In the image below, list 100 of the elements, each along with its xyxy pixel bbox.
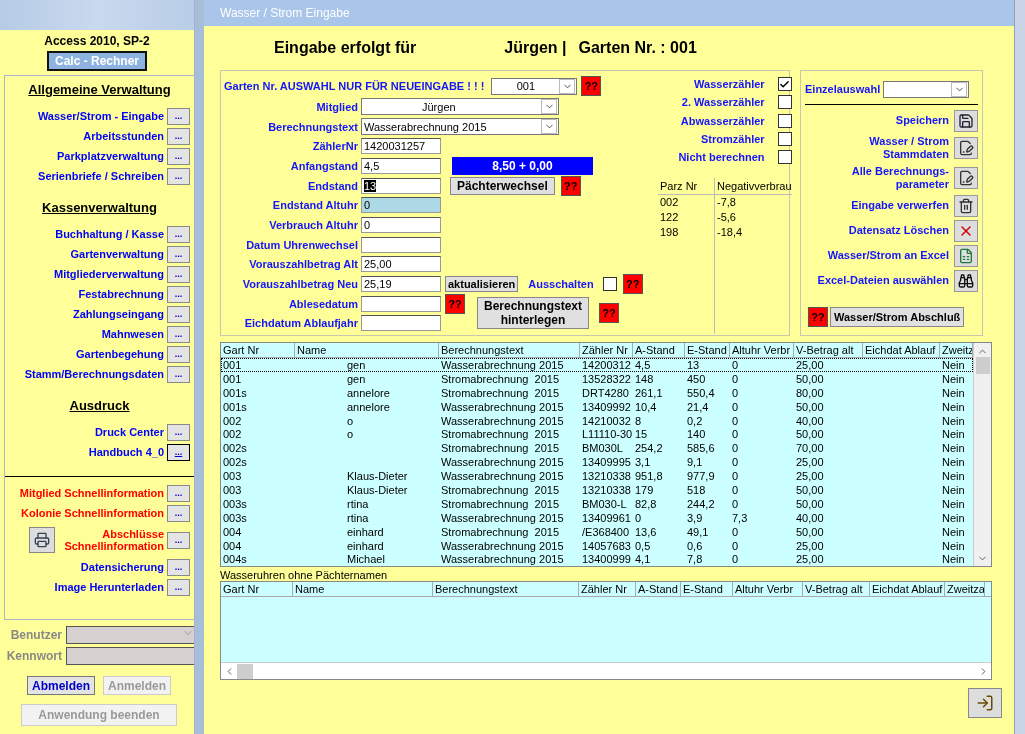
table-row[interactable]: 002 o Wasserabrechnung 2015 14210032 8 0,2 0 40,00 Nein: [221, 413, 973, 428]
open-button[interactable]: ...: [167, 345, 190, 363]
open-button[interactable]: ...: [167, 305, 190, 323]
input-field[interactable]: 13: [361, 177, 441, 194]
open-button[interactable]: ...: [167, 107, 190, 125]
open-button[interactable]: ...: [167, 531, 190, 549]
table-row[interactable]: 002s Stromabrechnung 2015 BM030L 254,2 585,6 0 70,00 Nein: [221, 441, 973, 456]
open-button[interactable]: ...: [167, 147, 190, 165]
table-row[interactable]: 001s annelore Stromabrechnung 2015 DRT4280 261,1 550,4 0 80,00 Nein: [221, 385, 973, 400]
table-row[interactable]: 003s rtina Wasserabrechnung 2015 13409961 0 3,9 7,3 40,00 Nein: [221, 510, 973, 525]
login-button[interactable]: Abmelden: [27, 676, 95, 695]
password-label: Kennwort: [5, 649, 62, 663]
open-button[interactable]: ...: [167, 285, 190, 303]
scrollbar[interactable]: [221, 662, 991, 680]
open-button[interactable]: ...: [167, 245, 190, 263]
open-button[interactable]: ...: [167, 265, 190, 283]
open-button[interactable]: ...: [167, 325, 190, 343]
table-row[interactable]: 001 gen Wasserabrechnung 2015 14200312 4,5 13 0 25,00 Nein: [221, 358, 973, 372]
open-button[interactable]: ...: [167, 127, 190, 145]
table-cell: 122: [658, 210, 715, 226]
menu-label: Abschlüsse Schnellinformation: [64, 528, 164, 552]
open-button[interactable]: ...: [167, 504, 190, 522]
user-field[interactable]: [66, 626, 194, 644]
open-button[interactable]: ...: [167, 167, 190, 185]
table-cell-text: 13,6: [634, 524, 658, 539]
open-button[interactable]: ...: [167, 365, 190, 383]
open-button[interactable]: ...: [167, 225, 190, 243]
input-field[interactable]: 4,5: [361, 157, 441, 174]
help-button[interactable]: ??: [560, 175, 581, 196]
input-field[interactable]: 0: [361, 216, 441, 233]
checkbox[interactable]: [602, 277, 617, 292]
menu-label: Stamm/Berechnungsdaten: [24, 368, 164, 380]
action-button[interactable]: [954, 194, 978, 217]
table-cell-text: Wasserabrechnung 2015: [440, 552, 565, 567]
open-button[interactable]: ...: [167, 484, 190, 502]
table-row[interactable]: 003s rtina Stromabrechnung 2015 BM030-L 82,8 244,2 0 50,00 Nein: [221, 496, 973, 511]
help-button[interactable]: ??: [599, 302, 620, 323]
input-field[interactable]: 0: [361, 197, 441, 214]
table-row[interactable]: 002 o Stromabrechnung 2015 L11110-30 15 140 0 50,00 Nein: [221, 427, 973, 442]
combo-box[interactable]: Wasserabrechnung 2015: [361, 118, 559, 136]
password-field[interactable]: [66, 647, 194, 665]
help-button[interactable]: ??: [581, 76, 602, 96]
checkbox[interactable]: [777, 77, 792, 92]
table-cell-text: 21,4: [686, 399, 710, 414]
help-button[interactable]: ??: [445, 293, 465, 314]
table-cell-text: Wasserabrechnung 2015: [440, 399, 565, 414]
open-button[interactable]: ...: [167, 443, 190, 461]
table-row[interactable]: 003 Klaus-Dieter Wasserabrechnung 2015 13210338 951,8 977,9 0 25,00 Nein: [221, 469, 973, 483]
action-button[interactable]: [954, 109, 978, 132]
table-row[interactable]: 004 einhard Wasserabrechnung 2015 14057683 0,5 0,6 0 25,00 Nein: [221, 538, 973, 553]
scroll-thumb[interactable]: [237, 663, 253, 679]
table-cell-text: 0: [731, 427, 740, 442]
printer-button[interactable]: [29, 527, 55, 553]
open-button[interactable]: ...: [167, 578, 190, 596]
scroll-thumb[interactable]: [975, 357, 990, 374]
table-row[interactable]: 001 gen Stromabrechnung 2015 13528322 148 450 0 50,00 Nein: [221, 371, 973, 386]
input-field[interactable]: 25,19: [361, 276, 441, 293]
checkbox[interactable]: [777, 95, 792, 110]
input-field[interactable]: [361, 236, 441, 253]
column-header: Berechnungstext: [439, 343, 580, 357]
table-row[interactable]: 004s Michael Wasserabrechnung 2015 13400999 4,1 7,8 0 25,00 Nein: [221, 552, 973, 567]
scrollbar[interactable]: [973, 343, 991, 567]
table-row[interactable]: 001s annelore Wasserabrechnung 2015 13409992 10,4 21,4 0 50,00 Nein: [221, 399, 973, 414]
help-button[interactable]: ??: [808, 307, 828, 327]
action-button[interactable]: [954, 167, 978, 189]
checkbox[interactable]: [777, 132, 792, 147]
table-cell-text: 14200312: [581, 358, 632, 372]
action-button[interactable]: [954, 137, 978, 159]
checkbox[interactable]: [777, 113, 792, 128]
table-row[interactable]: 004 einhard Stromabrechnung 2015 /E368400 13,6 49,1 0 50,00 Nein: [221, 524, 973, 539]
column-header: Zähler Nr: [579, 582, 636, 597]
input-field[interactable]: 25,00: [361, 256, 441, 273]
store-text-button[interactable]: Berechnungstext hinterlegen: [477, 296, 590, 329]
table-row[interactable]: 003 Klaus-Dieter Stromabrechnung 2015 13210338 179 518 0 50,00 Nein: [221, 483, 973, 497]
field-label: Verbrauch Altuhr: [268, 218, 359, 231]
menu-label: Mitglied Schnellinformation: [19, 487, 164, 499]
input-field[interactable]: [361, 315, 441, 332]
help-button[interactable]: ??: [622, 274, 643, 295]
table-cell-text: annelore: [346, 399, 391, 414]
table-cell-text: 0,5: [634, 538, 652, 553]
checkbox[interactable]: [777, 150, 792, 165]
single-select-combo-box[interactable]: [883, 81, 970, 98]
field-label: Eichdatum Ablaufjahr: [243, 317, 359, 330]
update-button[interactable]: aktualisieren: [445, 276, 519, 293]
combo-box[interactable]: Jürgen: [361, 98, 559, 116]
tenant-change-button[interactable]: Pächterwechsel: [450, 176, 555, 195]
table-cell-text: 50,00: [795, 496, 825, 511]
open-button[interactable]: ...: [167, 558, 190, 576]
table-cell-text: Nein: [941, 524, 966, 539]
action-button[interactable]: [954, 269, 978, 292]
table-row[interactable]: 002s Wasserabrechnung 2015 13409995 3,1 9,1 0 25,00 Nein: [221, 455, 973, 470]
exit-button[interactable]: [968, 688, 1002, 719]
garden-combo-box[interactable]: 001: [491, 77, 578, 95]
table-cell-text: 13400999: [581, 552, 632, 567]
input-field[interactable]: [361, 295, 441, 312]
closing-button[interactable]: Wasser/Strom Abschluß: [830, 307, 965, 327]
input-field[interactable]: 1420031257: [361, 138, 441, 155]
table-cell-text: 0: [731, 552, 740, 567]
open-button[interactable]: ...: [167, 423, 190, 441]
table-cell-text: 003: [222, 483, 243, 497]
